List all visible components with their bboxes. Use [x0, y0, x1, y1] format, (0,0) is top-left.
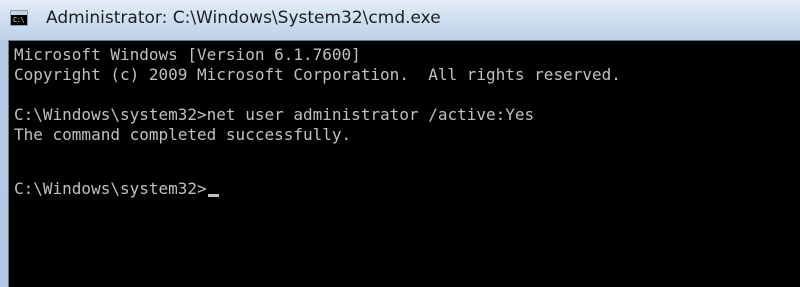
console-line-result: The command completed successfully. — [14, 125, 352, 144]
title-bar[interactable]: C:\ Administrator: C:\Windows\System32\c… — [0, 0, 800, 40]
window-title: Administrator: C:\Windows\System32\cmd.e… — [46, 8, 441, 28]
command-prompt: C:\Windows\system32> — [14, 179, 207, 198]
command-prompt-line[interactable]: C:\Windows\system32> — [14, 179, 219, 199]
cmd-window: C:\ Administrator: C:\Windows\System32\c… — [0, 0, 800, 287]
text-cursor — [207, 194, 219, 197]
cmd-icon[interactable]: C:\ — [10, 10, 28, 26]
console-line-command: C:\Windows\system32>net user administrat… — [14, 105, 535, 124]
console-line-copyright: Copyright (c) 2009 Microsoft Corporation… — [14, 65, 621, 84]
console-line-version: Microsoft Windows [Version 6.1.7600] — [14, 45, 361, 64]
cmd-icon-glyph: C:\ — [13, 16, 25, 24]
console-output-area[interactable]: Microsoft Windows [Version 6.1.7600] Cop… — [8, 40, 800, 287]
